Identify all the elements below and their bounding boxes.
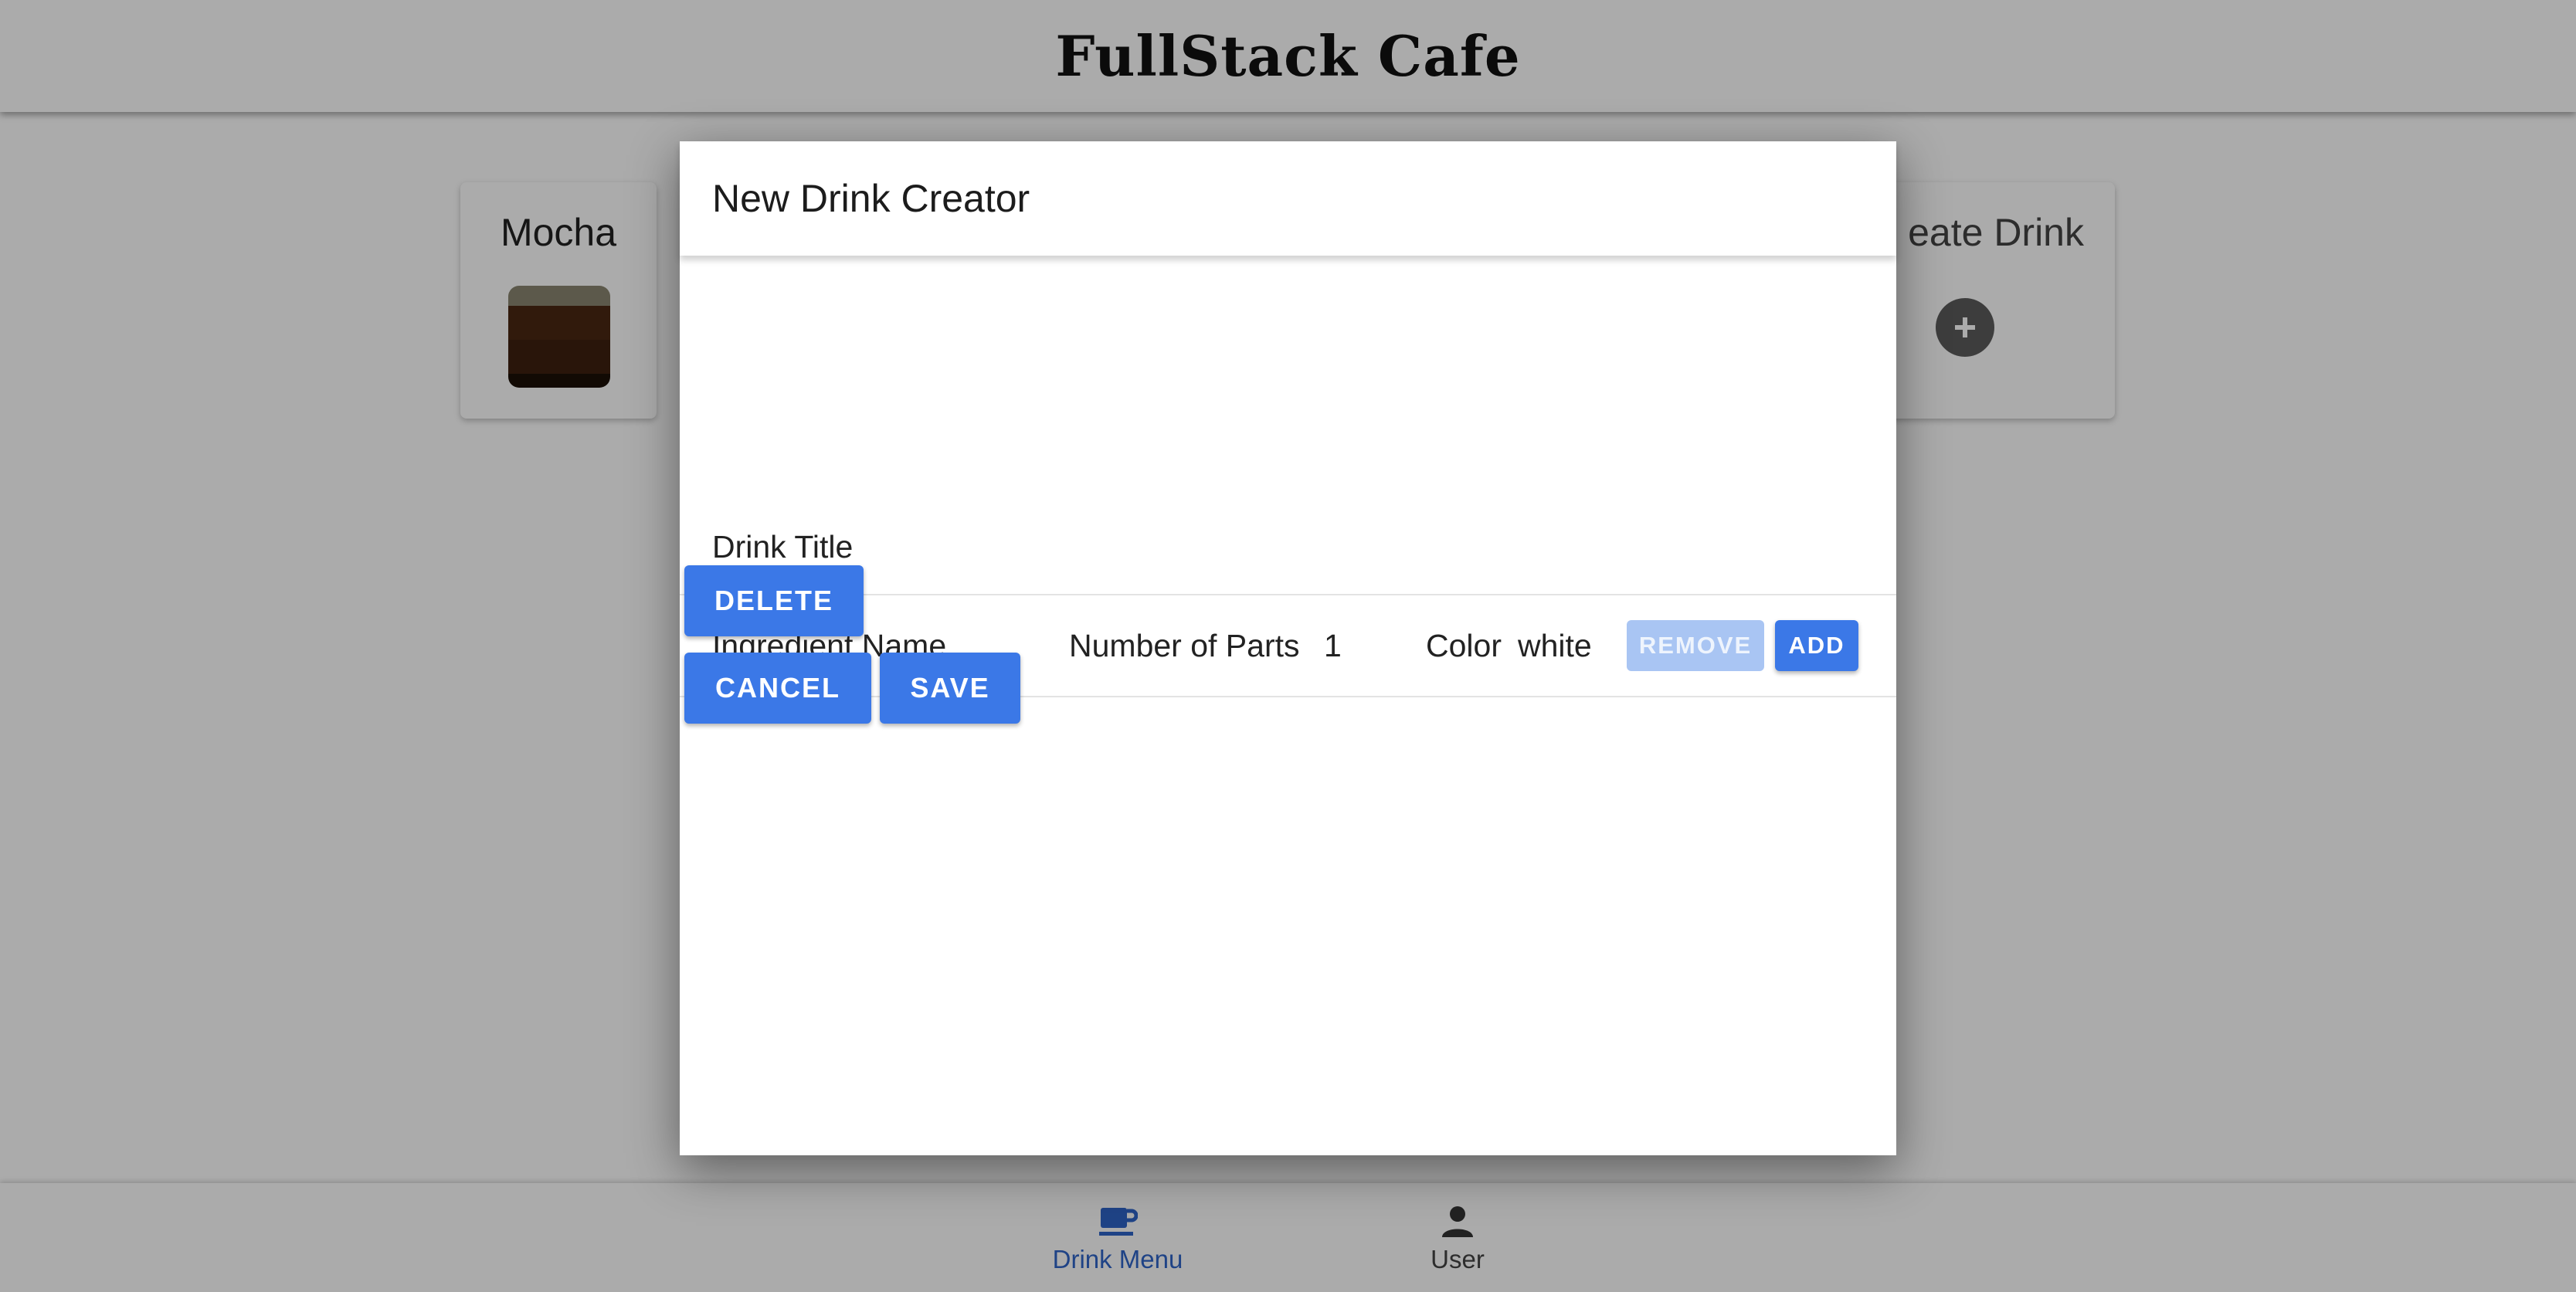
drink-title-label: Drink Title (712, 529, 854, 565)
add-ingredient-button[interactable]: ADD (1775, 620, 1858, 671)
number-of-parts-label: Number of Parts (1069, 628, 1300, 663)
cancel-button[interactable]: CANCEL (684, 653, 871, 724)
delete-button[interactable]: DELETE (684, 565, 864, 636)
color-input[interactable]: white (1518, 628, 1592, 664)
drink-title-input[interactable] (911, 520, 1841, 568)
remove-ingredient-button[interactable]: REMOVE (1627, 620, 1764, 671)
color-label: Color (1426, 628, 1502, 663)
save-button[interactable]: SAVE (880, 653, 1020, 724)
dialog-header: New Drink Creator (680, 141, 1896, 256)
new-drink-dialog: New Drink Creator Drink Title Ingredient… (680, 141, 1896, 1155)
number-of-parts-input[interactable]: 1 (1324, 628, 1342, 664)
dialog-title: New Drink Creator (712, 177, 1030, 220)
